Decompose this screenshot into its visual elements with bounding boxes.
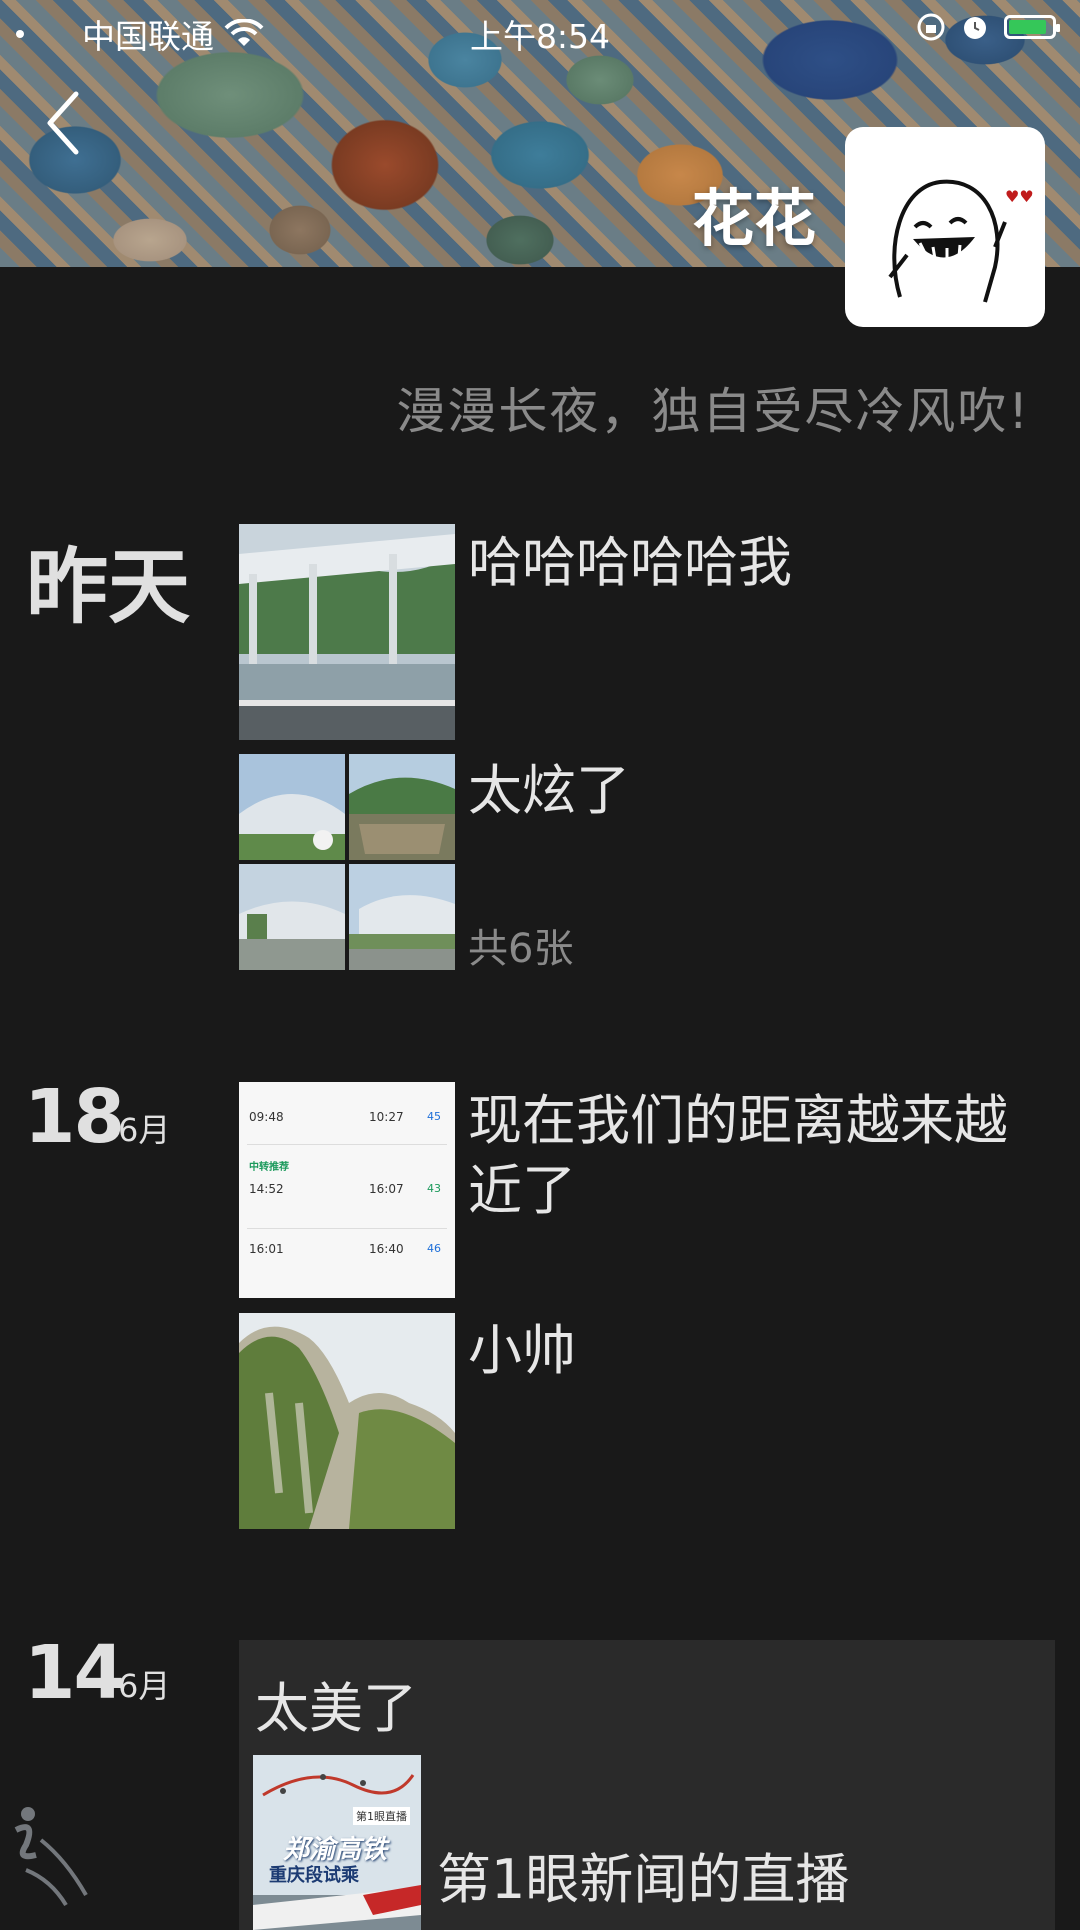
avatar[interactable]: ♥♥	[845, 127, 1045, 327]
post-text[interactable]: 太炫了	[468, 756, 630, 826]
post-text: 太美了	[255, 1677, 417, 1740]
ticket-dep-time: 09:48	[249, 1110, 284, 1124]
ticket-arr-time: 16:40	[369, 1242, 404, 1256]
shared-link-thumbnail: 第1眼直播 郑渝高铁 重庆段试乘	[253, 1755, 421, 1930]
date-month: 6月	[118, 1111, 171, 1149]
profile-signature: 漫漫长夜，独自受尽冷风吹!	[396, 383, 1030, 440]
post-image-mountain[interactable]	[239, 1313, 455, 1529]
status-bar: 中国联通 上午8:54	[0, 0, 1080, 58]
battery-icon	[1004, 15, 1060, 39]
date-day: 18	[24, 1074, 125, 1160]
shared-link-title: 第1眼新闻的直播	[437, 1848, 850, 1911]
ticket-dep-time: 14:52	[249, 1182, 284, 1196]
ticket-tag: 43	[427, 1182, 441, 1195]
ticket-arr-time: 16:07	[369, 1182, 404, 1196]
post-image-station-platform[interactable]	[239, 524, 455, 740]
shared-post-card[interactable]: 太美了 第1眼直播 郑渝高铁 重庆段试乘 第1眼新闻的直播	[239, 1640, 1055, 1930]
status-right	[916, 12, 1060, 42]
ticket-dep-time: 16:01	[249, 1242, 284, 1256]
date-month: 6月	[118, 1667, 171, 1705]
avatar-cartoon-icon: ♥♥	[888, 179, 1034, 303]
grid-photo[interactable]	[239, 754, 345, 860]
post-image-ticket-screenshot[interactable]: 09:48 10:27 45 中转推荐 14:52 16:07 43 16:01…	[239, 1082, 455, 1298]
ticket-tag: 45	[427, 1110, 441, 1123]
post-text[interactable]: 哈哈哈哈哈我	[468, 528, 792, 598]
ticket-arr-time: 10:27	[369, 1110, 404, 1124]
post-text[interactable]: 小帅	[468, 1316, 576, 1386]
date-label-yesterday: 昨天	[26, 540, 191, 635]
ticket-tag: 46	[427, 1242, 441, 1255]
grid-photo[interactable]	[349, 754, 455, 860]
thumbnail-line-2: 重庆段试乘	[269, 1865, 359, 1886]
grid-photo[interactable]	[239, 864, 345, 970]
alarm-icon	[964, 17, 986, 39]
photo-count: 共6张	[468, 926, 574, 972]
back-arrow-icon[interactable]	[40, 88, 90, 158]
grid-photo[interactable]	[349, 864, 455, 970]
ticket-label: 中转推荐	[249, 1162, 289, 1173]
post-image-grid[interactable]	[239, 754, 455, 970]
orientation-lock-icon	[917, 13, 945, 41]
watermark-logo-icon	[14, 1807, 88, 1907]
date-day: 14	[24, 1630, 125, 1716]
profile-name: 花花	[691, 182, 816, 255]
svg-text:♥♥: ♥♥	[1005, 187, 1034, 206]
thumbnail-badge: 第1眼直播	[353, 1807, 410, 1825]
post-text[interactable]: 现在我们的距离越来越近了	[468, 1086, 1048, 1226]
